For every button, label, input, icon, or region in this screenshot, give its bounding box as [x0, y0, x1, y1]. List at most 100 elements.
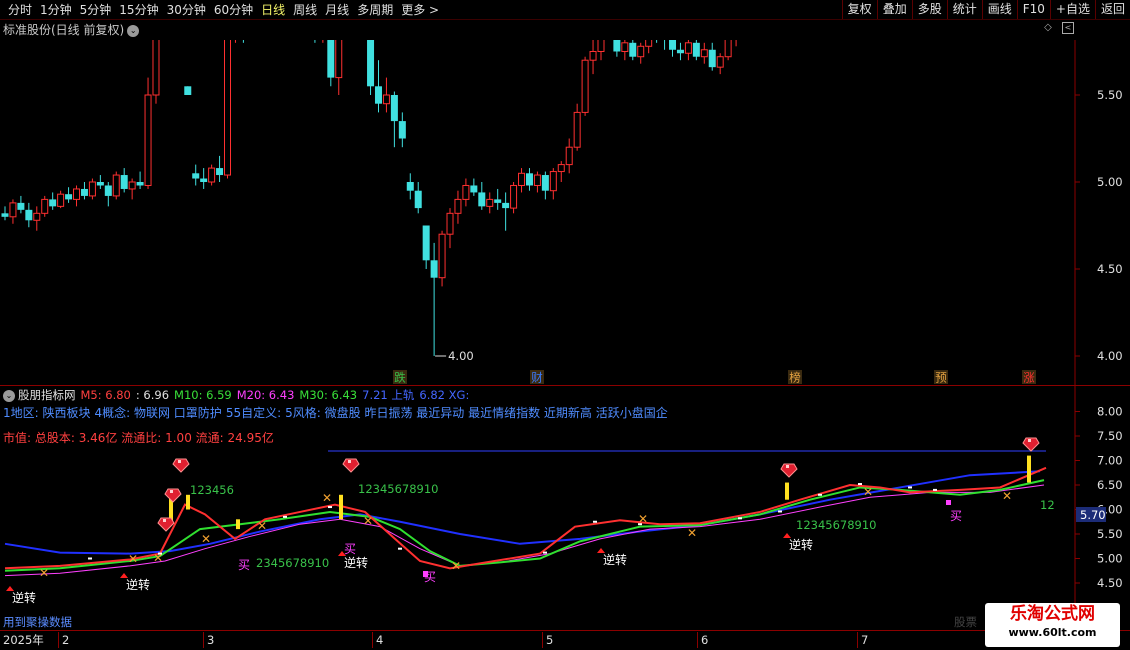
signal-dash	[593, 520, 597, 523]
signal-dash	[738, 517, 742, 520]
candle	[33, 206, 41, 231]
candle-body-up	[573, 111, 581, 148]
indicator-axis-label: 6.50	[1097, 478, 1123, 492]
cross-signal-icon: ✕	[128, 552, 138, 566]
stock-title-text: 标准股份(日线 前复权)	[3, 23, 125, 37]
period-tab-6[interactable]: 日线	[257, 0, 289, 20]
candle	[128, 178, 136, 200]
chevron-down-icon[interactable]: ⌄	[3, 389, 15, 402]
candle	[541, 171, 549, 200]
toolbar-button-6[interactable]: +自选	[1049, 0, 1095, 19]
candle-body-up	[41, 198, 49, 214]
diamond-gem-icon	[342, 458, 360, 473]
event-marker[interactable]: 预	[934, 370, 948, 385]
price-label: 5.50	[1097, 88, 1123, 102]
diamond-gem-icon	[780, 463, 798, 478]
candle	[656, 40, 658, 43]
count-label: 12345678910	[796, 518, 876, 532]
diamond-gem-icon	[172, 458, 190, 473]
toolbar-button-0[interactable]: 复权	[841, 0, 877, 19]
toolbar-button-3[interactable]: 统计	[946, 0, 982, 19]
candle	[136, 171, 144, 189]
candle	[549, 168, 557, 200]
candle	[708, 42, 716, 71]
indicator-name[interactable]: 股朋指标网	[18, 388, 76, 402]
period-tab-10[interactable]: 更多 >	[397, 0, 443, 20]
candle-body-down	[65, 194, 73, 200]
candle	[88, 178, 96, 200]
candle-body-down	[692, 42, 700, 57]
period-tab-9[interactable]: 多周期	[353, 0, 397, 20]
indicator-value-5: 7.21 上轨	[362, 388, 415, 402]
event-marker[interactable]: 跌	[393, 370, 407, 385]
stock-title[interactable]: 标准股份(日线 前复权) ⌄	[3, 21, 140, 39]
period-tab-1[interactable]: 1分钟	[36, 0, 76, 20]
signal-dash	[543, 551, 547, 554]
concept-line: 1地区: 陕西板块 4概念: 物联网 口罩防护 55自定义: 5风格: 微盘股 昨日振…	[3, 405, 672, 421]
cross-signal-icon: ✕	[363, 514, 373, 528]
diamond-icon[interactable]: ◇	[1042, 22, 1054, 34]
watermark-logo: 乐淘公式网 www.60lt.com	[985, 603, 1120, 647]
candle-body-up	[533, 174, 541, 186]
candle-body-down	[422, 225, 430, 261]
toolbar-button-5[interactable]: F10	[1016, 0, 1050, 19]
candle-body-up	[438, 233, 446, 279]
candle	[216, 155, 224, 182]
indicator-value-2: M10: 6.59	[174, 388, 232, 402]
candle-body-down	[494, 199, 502, 203]
toolbar-button-2[interactable]: 多股	[911, 0, 947, 19]
candle	[208, 164, 216, 186]
period-tab-5[interactable]: 60分钟	[210, 0, 257, 20]
toolbar-button-7[interactable]: 返回	[1094, 0, 1130, 19]
buy-marker	[946, 500, 951, 505]
candle-body-up	[581, 59, 589, 113]
candle	[390, 91, 398, 148]
indicator-chart[interactable]: 8.007.507.006.506.005.505.004.505.70✕✕ ✕✕…	[0, 386, 1130, 630]
signal-dash	[88, 557, 92, 560]
buy-signal-label: 买	[344, 542, 356, 556]
toolbar-button-4[interactable]: 画线	[981, 0, 1017, 19]
candle-body-down	[414, 190, 422, 209]
candle	[414, 182, 422, 214]
candle	[322, 40, 324, 43]
period-tab-0[interactable]: 分时	[4, 0, 36, 20]
period-tab-3[interactable]: 15分钟	[115, 0, 162, 20]
arrow-left-icon[interactable]: <	[1062, 22, 1074, 34]
candle	[438, 230, 446, 287]
candle	[398, 112, 406, 148]
indicator-axis-label: 8.00	[1097, 405, 1123, 419]
candle-body-up	[33, 212, 41, 221]
period-tab-4[interactable]: 30分钟	[163, 0, 210, 20]
toolbar-button-1[interactable]: 叠加	[876, 0, 912, 19]
candlestick-chart[interactable]: 7.507.006.506.005.505.004.504.007.584.00…	[0, 40, 1130, 385]
candle-body-up	[462, 184, 470, 200]
count-label: 2345678910	[256, 556, 329, 570]
date-month-label: 7	[857, 632, 868, 648]
signal-dash	[283, 515, 287, 518]
candle	[314, 40, 316, 43]
candle-body-down	[25, 209, 33, 221]
candle-body-down	[96, 182, 104, 186]
candle	[41, 195, 49, 217]
candle	[637, 42, 645, 64]
date-month-label: 3	[203, 632, 214, 648]
gem-shine	[170, 490, 173, 493]
candle	[1, 206, 9, 221]
price-label: 4.50	[1097, 262, 1123, 276]
candle-body-down	[192, 173, 200, 179]
candle-body-down	[708, 49, 716, 68]
candle-body-down	[367, 40, 375, 87]
period-tab-7[interactable]: 周线	[289, 0, 321, 20]
chevron-down-icon[interactable]: ⌄	[127, 24, 140, 37]
candle	[335, 40, 343, 95]
event-marker[interactable]: 财	[530, 370, 544, 385]
period-tab-8[interactable]: 月线	[321, 0, 353, 20]
event-marker[interactable]: 涨	[1022, 370, 1036, 385]
period-tab-2[interactable]: 5分钟	[76, 0, 116, 20]
candle	[518, 168, 526, 193]
date-month-label: 6	[697, 632, 708, 648]
main-chart-header: 标准股份(日线 前复权) ⌄	[0, 20, 1075, 40]
candle-body-up	[88, 181, 96, 197]
candle-body-up	[144, 94, 152, 186]
event-marker[interactable]: 榜	[788, 370, 802, 385]
